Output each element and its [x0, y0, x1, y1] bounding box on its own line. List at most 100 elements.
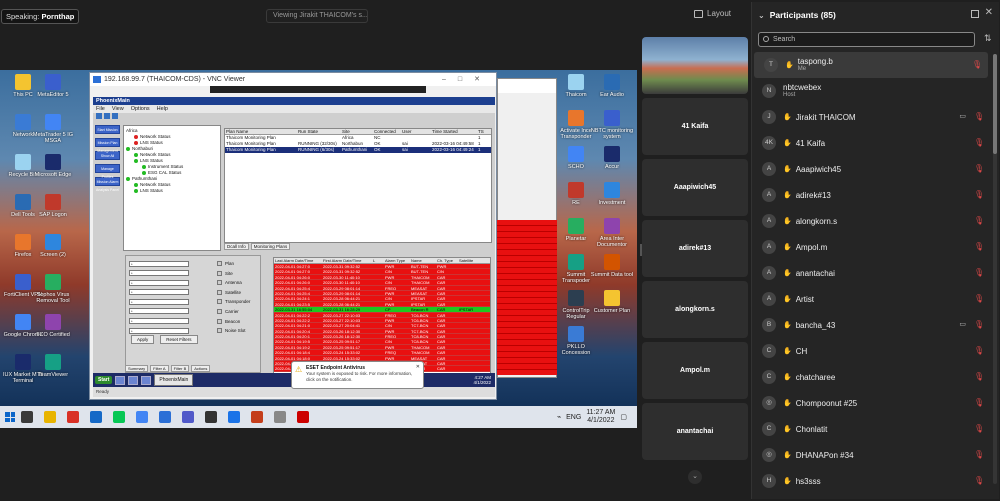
desktop-icon[interactable]: Sophos Virus Removal Tool	[30, 274, 76, 304]
muted-mic-icon[interactable]: 🎙	[974, 450, 984, 460]
phoenix-main-window[interactable]: PhoenixMain File View Options Help Start Mi…	[93, 97, 495, 397]
column-header[interactable]: Ch. Type	[436, 258, 458, 263]
clock[interactable]: 11:27 AM 4/1/2022	[586, 409, 615, 425]
desktop-icon[interactable]: Screen (2)	[30, 234, 76, 258]
filter-select[interactable]: *	[129, 308, 189, 315]
muted-mic-icon[interactable]: 🎙	[972, 60, 982, 70]
toolbar-icon[interactable]	[112, 113, 118, 119]
video-tile[interactable]	[642, 37, 748, 94]
tab[interactable]: Summary	[125, 365, 149, 372]
video-tile[interactable]: 41 Kaifa	[642, 98, 748, 155]
muted-mic-icon[interactable]: 🎙	[974, 320, 984, 330]
tree-item[interactable]: LNS Status	[126, 188, 218, 194]
shared-screen[interactable]: This PC Network Recycle Bin Dell Tools Firef…	[0, 70, 637, 428]
desktop-icon[interactable]: Ear Audio	[589, 74, 635, 98]
muted-mic-icon[interactable]: 🎙	[974, 372, 984, 382]
participant-row[interactable]: A ✋ Artist 🎙	[752, 286, 990, 312]
participant-row[interactable]: ◎ ✋ Chompoonut #25 🎙	[752, 390, 990, 416]
site-tree[interactable]: Africa Network Status LNS Status Northaburi…	[123, 125, 221, 251]
line-icon[interactable]	[113, 411, 125, 423]
filter-picker-button[interactable]	[217, 270, 222, 276]
participant-row[interactable]: A ✋ Aaapiwich45 🎙	[752, 156, 990, 182]
vnc-viewer-window[interactable]: 192.168.99.7 (THAICOM-CDS) - VNC Viewer …	[89, 72, 497, 400]
filter-picker-button[interactable]	[217, 261, 222, 266]
tab[interactable]: Monitoring Plans	[250, 243, 291, 250]
column-header[interactable]: User	[401, 129, 431, 134]
start-button[interactable]: Start	[95, 376, 113, 384]
filter-select[interactable]: *	[129, 260, 189, 267]
column-header[interactable]: Site	[341, 129, 373, 134]
desktop-icon[interactable]: Summit Data tool	[589, 254, 635, 278]
participant-row[interactable]: 4K ✋ 41 Kaifa 🎙	[752, 130, 990, 156]
column-header[interactable]: Plan Name	[225, 129, 297, 134]
chevron-down-icon[interactable]: ⌄	[688, 470, 702, 484]
column-header[interactable]: Time Started	[431, 129, 477, 134]
file-explorer-icon[interactable]	[44, 411, 56, 423]
video-camera-icon[interactable]: ▭	[959, 320, 966, 328]
muted-mic-icon[interactable]: 🎙	[974, 138, 984, 148]
column-header[interactable]: Alarm Type	[384, 258, 410, 263]
reset-filters-button[interactable]: Reset Filters	[160, 335, 198, 344]
participant-row[interactable]: A ✋ adirek#13 🎙	[752, 182, 990, 208]
vnc-icon[interactable]	[159, 411, 171, 423]
chevron-down-icon[interactable]: ⌄	[758, 11, 765, 20]
muted-mic-icon[interactable]: 🎙	[974, 424, 984, 434]
video-tile[interactable]: adirek#13	[642, 220, 748, 277]
participant-row[interactable]: A ✋ alongkorn.s 🎙	[752, 208, 990, 234]
table-row[interactable]: Thaicom Monitoring Plan RUNNING (6/30s) Pa…	[225, 147, 491, 153]
filter-picker-button[interactable]	[217, 318, 222, 324]
muted-mic-icon[interactable]: 🎙	[974, 268, 984, 278]
muted-mic-icon[interactable]: 🎙	[974, 190, 984, 200]
popout-icon[interactable]	[971, 10, 979, 18]
filter-picker-button[interactable]	[217, 280, 222, 286]
muted-mic-icon[interactable]: 🎙	[974, 398, 984, 408]
eset-notification[interactable]: ⚠ ESET Endpoint Antivirus Your system is…	[291, 361, 424, 389]
tab[interactable]: Filter A	[150, 365, 169, 372]
column-header[interactable]: Run State	[297, 129, 341, 134]
filter-picker-button[interactable]	[217, 289, 222, 295]
alarm-table[interactable]: Last Alarm Date/Time First Alarm Date/Tim…	[273, 257, 491, 375]
window-controls[interactable]: –□✕	[442, 73, 492, 86]
muted-mic-icon[interactable]: 🎙	[974, 164, 984, 174]
plans-table[interactable]: Plan Name Run State Site Connected User Time …	[224, 128, 492, 243]
filter-picker-button[interactable]	[217, 328, 222, 334]
column-header[interactable]: Last Alarm Date/Time	[274, 258, 322, 263]
menu-item[interactable]: Help	[157, 105, 168, 113]
app-icon[interactable]	[205, 411, 217, 423]
desktop-icon[interactable]: PKLLO Concession	[553, 326, 599, 356]
vnc-title-bar[interactable]: 192.168.99.7 (THAICOM-CDS) - VNC Viewer …	[90, 73, 496, 86]
filter-select[interactable]: *	[129, 270, 189, 277]
vnc-toolbar[interactable]	[210, 86, 426, 93]
windows-start-icon[interactable]	[5, 412, 15, 422]
desktop-icon[interactable]: TeamViewer	[30, 354, 76, 378]
column-header[interactable]: First Alarm Date/Time	[322, 258, 372, 263]
participant-row[interactable]: J ✋ Jirakit THAICOM ▭ 🎙	[752, 104, 990, 130]
participant-row[interactable]: C ✋ CH 🎙	[752, 338, 990, 364]
close-icon[interactable]: ✕	[416, 364, 420, 370]
desktop-icon[interactable]: Microsoft Edge	[30, 154, 76, 178]
filter-select[interactable]: *	[129, 327, 189, 334]
muted-mic-icon[interactable]: 🎙	[974, 242, 984, 252]
taskbar-icon[interactable]	[128, 375, 139, 385]
video-tile[interactable]: anantachai	[642, 403, 748, 460]
filter-select[interactable]: *	[129, 318, 189, 325]
sort-icon[interactable]: ⇅	[984, 33, 992, 44]
desktop-icon[interactable]: MetaTrader 5 IG MSGA	[30, 114, 76, 144]
left-panel-button[interactable]: Start Mission	[95, 125, 120, 134]
menu-item[interactable]: View	[112, 105, 124, 113]
apply-button[interactable]: Apply	[131, 335, 155, 344]
video-camera-icon[interactable]: ▭	[959, 112, 966, 120]
filter-picker-button[interactable]	[217, 299, 222, 305]
phoenix-toolbar[interactable]	[93, 113, 123, 123]
tab[interactable]: Dcall Info	[224, 243, 249, 250]
network-icon[interactable]: ⌁	[557, 413, 561, 421]
column-header[interactable]: Satellite	[458, 258, 488, 263]
participant-row[interactable]: B ✋ bancha_43 ▭ 🎙	[752, 312, 990, 338]
participant-row[interactable]: Nnbtcwebex Host	[752, 78, 990, 104]
left-panel-button[interactable]: Mission Plan Management	[95, 138, 120, 153]
filter-select[interactable]: *	[129, 279, 189, 286]
filter-select[interactable]: *	[129, 289, 189, 296]
menu-item[interactable]: Options	[131, 105, 150, 113]
powerpoint-icon[interactable]	[251, 411, 263, 423]
teams-icon[interactable]	[182, 411, 194, 423]
